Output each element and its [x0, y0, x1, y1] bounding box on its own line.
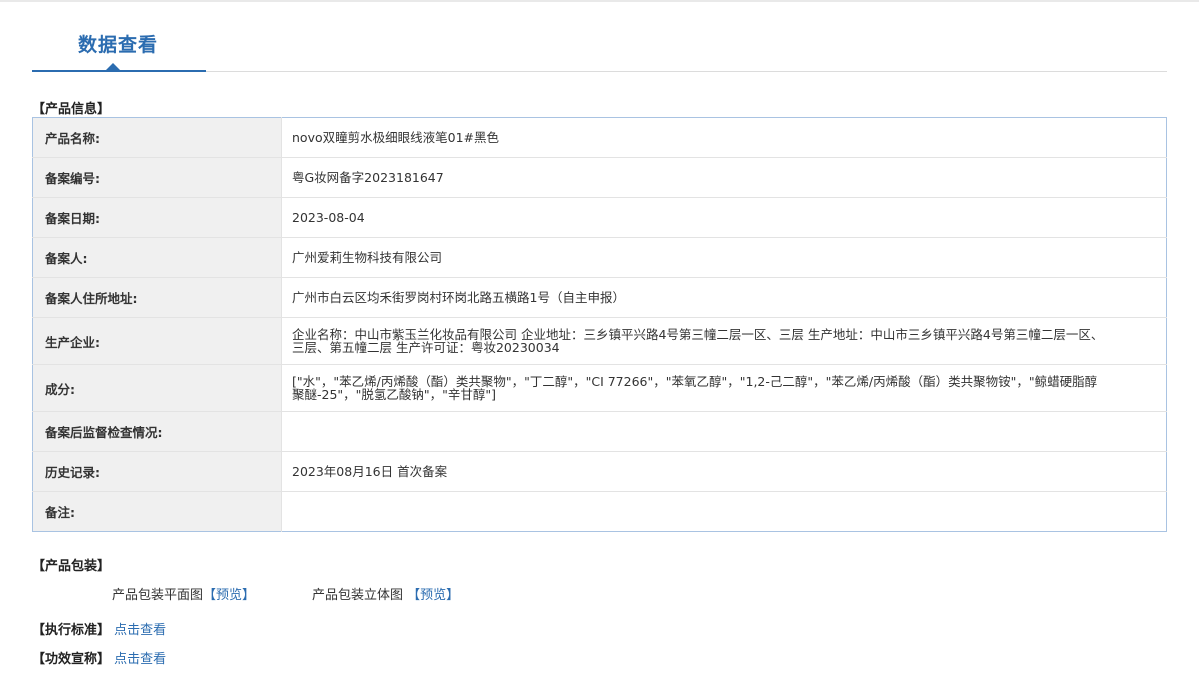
history-value: 2023年08月16日 首次备案: [281, 451, 1167, 492]
row-label: 备注:: [32, 491, 282, 532]
product-name-value: novo双瞳剪水极细眼线液笔01#黑色: [292, 130, 499, 145]
tab-active-caret-icon: [106, 63, 120, 70]
table-row: 备案人住所地址: 广州市白云区均禾街罗岗村环岗北路五横路1号（自主申报）: [32, 277, 1167, 318]
table-row: 备案编号: 粤G妆网备字2023181647: [32, 157, 1167, 198]
table-row: 备案日期: 2023-08-04: [32, 197, 1167, 238]
packaging-solid-label: 产品包装立体图: [312, 588, 404, 603]
standard-label: 【执行标准】: [32, 623, 111, 638]
packaging-heading: 【产品包装】: [32, 559, 111, 574]
row-label: 备案人:: [32, 237, 282, 278]
tab-active-underline: [32, 70, 206, 72]
table-row: 备注:: [32, 491, 1167, 532]
row-label: 备案人住所地址:: [32, 277, 282, 318]
efficacy-label: 【功效宣称】: [32, 652, 111, 667]
remarks-value: [281, 491, 1167, 532]
registrant-address-value: 广州市白云区均禾街罗岗村环岗北路五横路1号（自主申报）: [281, 277, 1167, 318]
standard-row: 【执行标准】 点击查看: [32, 619, 166, 638]
row-label: 历史记录:: [32, 451, 282, 492]
tab-bar: 数据查看: [32, 0, 1167, 73]
row-label: 备案编号:: [32, 157, 282, 198]
row-label: 产品名称:: [32, 117, 282, 158]
registrant-value: 广州爱莉生物科技有限公司: [281, 237, 1167, 278]
efficacy-view-link[interactable]: 点击查看: [114, 652, 166, 667]
table-row: 成分: ["水"，"苯乙烯/丙烯酸（酯）类共聚物"，"丁二醇"，"CI 7726…: [32, 364, 1167, 412]
row-label: 成分:: [32, 364, 282, 412]
table-row: 产品名称: novo双瞳剪水极细眼线液笔01#黑色: [32, 117, 1167, 158]
packaging-solid-item: 产品包装立体图 【预览】: [312, 584, 459, 603]
tab-bar-rule: [206, 71, 1167, 72]
manufacturer-value: 企业名称：中山市紫玉兰化妆品有限公司 企业地址：三乡镇平兴路4号第三幢二层一区、…: [281, 317, 1167, 365]
registration-date-value: 2023-08-04: [281, 197, 1167, 238]
row-label: 生产企业:: [32, 317, 282, 365]
packaging-flat-item: 产品包装平面图【预览】: [112, 584, 255, 603]
table-row: 生产企业: 企业名称：中山市紫玉兰化妆品有限公司 企业地址：三乡镇平兴路4号第三…: [32, 317, 1167, 365]
efficacy-row: 【功效宣称】 点击查看: [32, 648, 166, 667]
product-info-table: 产品名称: novo双瞳剪水极细眼线液笔01#黑色 备案编号: 粤G妆网备字20…: [32, 117, 1167, 532]
table-row: 历史记录: 2023年08月16日 首次备案: [32, 451, 1167, 492]
row-label: 备案日期:: [32, 197, 282, 238]
packaging-flat-preview-link[interactable]: 【预览】: [203, 588, 255, 603]
packaging-flat-label: 产品包装平面图: [112, 588, 204, 603]
ingredients-value: ["水"，"苯乙烯/丙烯酸（酯）类共聚物"，"丁二醇"，"CI 77266"，"…: [281, 364, 1167, 412]
standard-view-link[interactable]: 点击查看: [114, 623, 166, 638]
tab-data-view[interactable]: 数据查看: [78, 30, 158, 57]
table-row: 备案人: 广州爱莉生物科技有限公司: [32, 237, 1167, 278]
inspection-value: [281, 411, 1167, 452]
packaging-solid-preview-link[interactable]: 【预览】: [407, 588, 459, 603]
row-label: 备案后监督检查情况:: [32, 411, 282, 452]
registration-number-value: 粤G妆网备字2023181647: [281, 157, 1167, 198]
product-info-heading: 【产品信息】: [32, 102, 111, 117]
table-row: 备案后监督检查情况:: [32, 411, 1167, 452]
